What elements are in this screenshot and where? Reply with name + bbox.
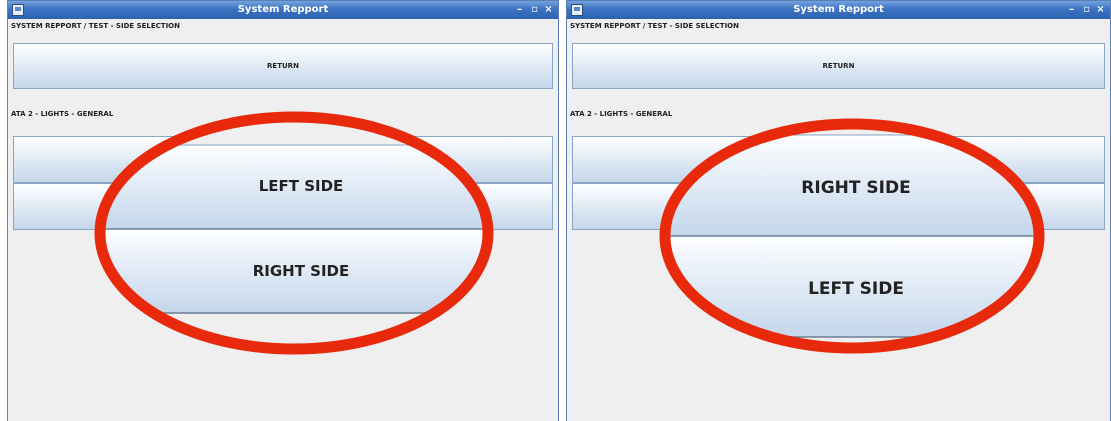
title-bar[interactable]: System Repport – ▫ × xyxy=(567,1,1110,19)
window-title: System Repport xyxy=(237,4,329,15)
return-button[interactable]: RETURN xyxy=(572,43,1105,89)
minimize-icon[interactable]: – xyxy=(1065,1,1078,19)
app-icon xyxy=(12,4,24,16)
side-option-bottom-row[interactable] xyxy=(13,183,553,230)
maximize-icon[interactable]: ▫ xyxy=(528,1,541,19)
side-option-bottom-row[interactable] xyxy=(572,183,1105,230)
close-icon[interactable]: × xyxy=(542,1,555,19)
return-button[interactable]: RETURN xyxy=(13,43,553,89)
minimize-icon[interactable]: – xyxy=(513,1,526,19)
section-label: ATA 2 - LIGHTS - GENERAL xyxy=(11,110,114,118)
side-option-top-row[interactable] xyxy=(572,136,1105,183)
maximize-icon[interactable]: ▫ xyxy=(1080,1,1093,19)
window-left: System Repport – ▫ × SYSTEM REPPORT / TE… xyxy=(7,0,559,421)
window-title: System Repport xyxy=(793,4,884,15)
close-icon[interactable]: × xyxy=(1094,1,1107,19)
app-icon xyxy=(571,4,583,16)
title-bar[interactable]: System Repport – ▫ × xyxy=(8,1,558,19)
breadcrumb: SYSTEM REPPORT / TEST - SIDE SELECTION xyxy=(11,22,180,30)
breadcrumb: SYSTEM REPPORT / TEST - SIDE SELECTION xyxy=(570,22,739,30)
section-label: ATA 2 - LIGHTS - GENERAL xyxy=(570,110,673,118)
side-option-top-row[interactable] xyxy=(13,136,553,183)
window-right: System Repport – ▫ × SYSTEM REPPORT / TE… xyxy=(566,0,1111,421)
